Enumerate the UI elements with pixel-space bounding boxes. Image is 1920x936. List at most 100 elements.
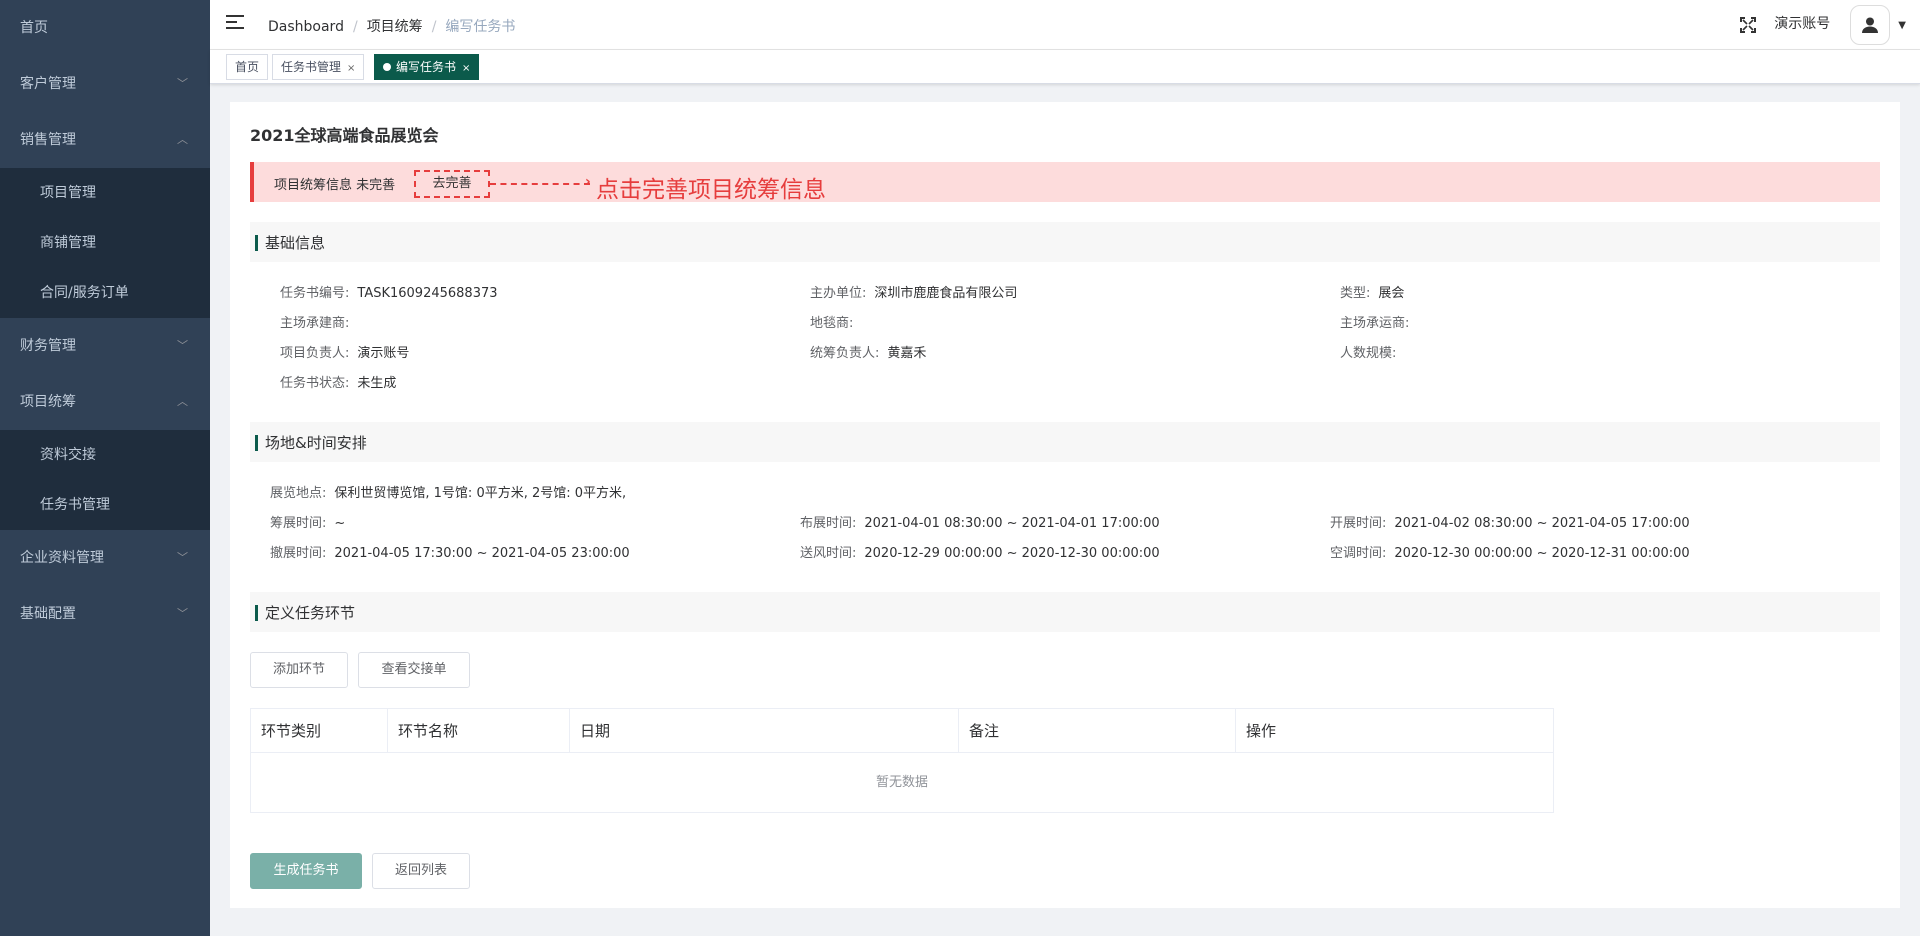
user-icon (1862, 17, 1879, 33)
field-setup-time: 布展时间: 2021-04-01 08:30:00 ~ 2021-04-01 17… (800, 512, 1160, 531)
tag-write-task-book[interactable]: 编写任务书 × (374, 54, 480, 80)
empty-state: 暂无数据 (875, 775, 928, 790)
table-header: 环节类别 环节名称 日期 备注 操作 (251, 709, 1553, 753)
sidebar: 首页 客户管理 ﹀ 销售管理 ︿ 项目管理 商铺管理 合同/服务订单 财务管理 ﹀ 项… (0, 0, 210, 936)
sidebar-item-finance[interactable]: 财务管理 ﹀ (0, 318, 210, 374)
field-label: 主办单位: (810, 286, 867, 301)
sidebar-item-projects[interactable]: 项目管理 (0, 168, 210, 218)
sidebar-item-label: 商铺管理 (40, 235, 96, 251)
field-task-number: 任务书编号: TASK1609245688373 (280, 282, 498, 301)
field-label: 任务书状态: (280, 376, 350, 391)
sidebar-item-sales[interactable]: 销售管理 ︿ (0, 112, 210, 168)
tag-label: 首页 (235, 60, 260, 74)
navbar: Dashboard / 项目统筹 / 编写任务书 演示账号 ▼ (210, 0, 1920, 50)
sidebar-item-shops[interactable]: 商铺管理 (0, 218, 210, 268)
sidebar-item-coordination[interactable]: 项目统筹 ︿ (0, 374, 210, 430)
tag-home[interactable]: 首页 (226, 54, 269, 80)
chevron-down-icon: ﹀ (177, 77, 188, 90)
section-title: 场地&时间安排 (265, 434, 367, 452)
sidebar-item-label: 销售管理 (20, 132, 76, 148)
column-header: 环节名称 (388, 709, 570, 753)
view-handover-button[interactable]: 查看交接单 (358, 652, 470, 688)
field-project-owner: 项目负责人: 演示账号 (280, 342, 409, 361)
close-icon[interactable]: × (462, 63, 470, 74)
sidebar-item-label: 合同/服务订单 (40, 285, 129, 301)
section-venue-time: 场地&时间安排 (250, 422, 1880, 462)
sidebar-item-enterprise-docs[interactable]: 企业资料管理 ﹀ (0, 530, 210, 586)
add-step-button[interactable]: 添加环节 (250, 652, 348, 688)
sidebar-item-label: 基础配置 (20, 606, 76, 622)
main-area: Dashboard / 项目统筹 / 编写任务书 演示账号 ▼ 首页 任务书管理 × 编写… (210, 0, 1920, 936)
tags-view: 首页 任务书管理 × 编写任务书 × (210, 50, 1920, 84)
complete-info-link[interactable]: 去完善 (414, 170, 490, 198)
content-card: 2021全球高端食品展览会 项目统筹信息 未完善 去完善 › 点击完善项目统筹信… (230, 102, 1900, 908)
field-carpet-vendor: 地毯商: (810, 312, 861, 331)
page-title: 2021全球高端食品展览会 (250, 126, 439, 145)
annotation-text: 点击完善项目统筹信息 (596, 177, 826, 203)
field-label: 展览地点: (270, 486, 327, 501)
avatar[interactable] (1850, 5, 1891, 45)
section-bar (255, 435, 258, 451)
arrow-head-icon: › (585, 174, 591, 190)
sidebar-item-handover[interactable]: 资料交接 (0, 430, 210, 480)
field-value: 深圳市鹿鹿食品有限公司 (874, 286, 1018, 301)
field-open-time: 开展时间: 2021-04-02 08:30:00 ~ 2021-04-05 17… (1330, 512, 1690, 531)
sidebar-item-customers[interactable]: 客户管理 ﹀ (0, 56, 210, 112)
field-value: 2021-04-05 17:30:00 ~ 2021-04-05 23:00:0… (334, 546, 630, 561)
generate-task-book-button[interactable]: 生成任务书 (250, 853, 362, 889)
breadcrumb-coordination[interactable]: 项目统筹 (367, 19, 423, 35)
sidebar-item-contracts[interactable]: 合同/服务订单 (0, 268, 210, 318)
fullscreen-icon[interactable] (1738, 15, 1758, 35)
chevron-up-icon: ︿ (177, 133, 188, 146)
sidebar-item-label: 任务书管理 (40, 497, 110, 513)
section-bar (255, 605, 258, 621)
field-label: 主场承运商: (1340, 316, 1410, 331)
close-icon[interactable]: × (347, 63, 355, 74)
breadcrumb-separator: / (431, 19, 437, 35)
field-value: 2021-04-01 08:30:00 ~ 2021-04-01 17:00:0… (864, 516, 1160, 531)
chevron-down-icon: ﹀ (177, 551, 188, 564)
section-tasks: 定义任务环节 (250, 592, 1880, 632)
column-header: 备注 (959, 709, 1236, 753)
field-organizer: 主办单位: 深圳市鹿鹿食品有限公司 (810, 282, 1017, 301)
field-label: 项目负责人: (280, 346, 350, 361)
breadcrumb-dashboard[interactable]: Dashboard (268, 19, 344, 35)
field-value: 保利世贸博览馆, 1号馆: 0平方米, 2号馆: 0平方米, (334, 486, 627, 501)
sidebar-item-task-books[interactable]: 任务书管理 (0, 480, 210, 530)
field-value: 黄嘉禾 (887, 346, 927, 361)
field-value: ~ (334, 516, 346, 531)
sidebar-item-label: 客户管理 (20, 76, 76, 92)
sidebar-submenu-coordination: 资料交接 任务书管理 (0, 430, 210, 530)
task-steps-table: 环节类别 环节名称 日期 备注 操作 暂无数据 (250, 708, 1554, 813)
field-label: 送风时间: (800, 546, 857, 561)
field-label: 地毯商: (810, 316, 854, 331)
sidebar-item-label: 企业资料管理 (20, 550, 104, 566)
column-header: 环节类别 (251, 709, 388, 753)
chevron-down-icon: ﹀ (177, 339, 188, 352)
sidebar-item-label: 资料交接 (40, 447, 96, 463)
field-value: 2020-12-30 00:00:00 ~ 2020-12-31 00:00:0… (1394, 546, 1690, 561)
field-type: 类型: 展会 (1340, 282, 1404, 301)
menu-toggle-icon[interactable] (226, 15, 244, 31)
back-to-list-button[interactable]: 返回列表 (372, 853, 470, 889)
sidebar-item-home[interactable]: 首页 (0, 0, 210, 56)
sidebar-item-base-config[interactable]: 基础配置 ﹀ (0, 586, 210, 642)
section-title: 定义任务环节 (265, 604, 356, 622)
right-menu: 演示账号 ▼ (1738, 0, 1920, 50)
chevron-down-icon: ﹀ (177, 607, 188, 620)
active-dot-icon (383, 63, 391, 71)
tag-task-books[interactable]: 任务书管理 × (272, 54, 365, 80)
field-label: 主场承建商: (280, 316, 350, 331)
field-value: 未生成 (357, 376, 397, 391)
field-label: 布展时间: (800, 516, 857, 531)
chevron-up-icon: ︿ (177, 395, 188, 408)
section-bar (255, 235, 258, 251)
user-name[interactable]: 演示账号 (1774, 13, 1830, 33)
field-teardown-time: 撤展时间: 2021-04-05 17:30:00 ~ 2021-04-05 23… (270, 542, 630, 561)
field-label: 开展时间: (1330, 516, 1387, 531)
column-header: 操作 (1246, 722, 1277, 740)
tag-label: 任务书管理 (281, 60, 342, 74)
field-label: 撤展时间: (270, 546, 327, 561)
field-prep-time: 筹展时间: ~ (270, 512, 345, 531)
caret-down-icon[interactable]: ▼ (1898, 20, 1906, 31)
